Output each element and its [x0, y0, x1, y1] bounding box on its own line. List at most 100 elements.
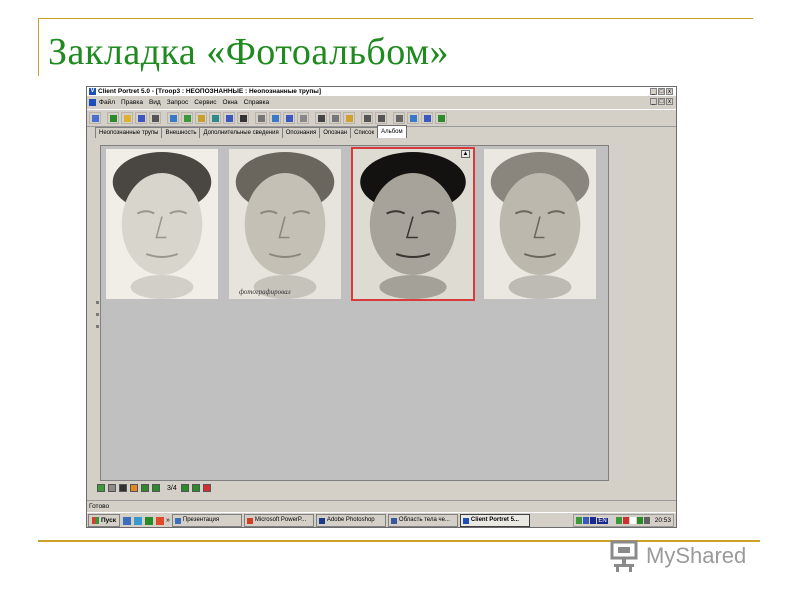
person-green-button[interactable]: [181, 112, 193, 124]
menu-help[interactable]: Справка: [244, 99, 270, 106]
grid-button[interactable]: [283, 112, 295, 124]
undo-button[interactable]: [361, 112, 373, 124]
window-button[interactable]: [89, 112, 101, 124]
tray-icon-5[interactable]: [615, 517, 622, 524]
menu-windows[interactable]: Окна: [223, 99, 238, 106]
arrow-button[interactable]: [107, 112, 119, 124]
windows-flag-icon: [92, 517, 99, 524]
menu-file[interactable]: Файл: [99, 99, 115, 106]
list-button[interactable]: [269, 112, 281, 124]
document-window-icon[interactable]: [89, 98, 96, 106]
person-yellow-button[interactable]: [195, 112, 207, 124]
tab-2[interactable]: Внешность: [161, 127, 201, 138]
task-app-icon: [390, 517, 397, 524]
app-icon: V: [89, 88, 96, 95]
tab-7[interactable]: Альбом: [377, 125, 407, 138]
document-icon[interactable]: [108, 484, 116, 492]
menu-query[interactable]: Запрос: [167, 99, 189, 106]
person-blue-button[interactable]: [223, 112, 235, 124]
quicklaunch-media-icon[interactable]: [156, 516, 164, 525]
quicklaunch-ie-icon[interactable]: [134, 516, 142, 525]
tab-5[interactable]: Опознан: [319, 127, 352, 138]
leaf-icon[interactable]: [97, 484, 105, 492]
person-double-button[interactable]: [209, 112, 221, 124]
find-button[interactable]: [255, 112, 267, 124]
toolbar-separator: [309, 112, 313, 124]
quicklaunch-desktop-icon[interactable]: [123, 516, 131, 525]
slide-left-rule: [38, 18, 39, 76]
next-page-icon[interactable]: [180, 484, 189, 492]
print-icon: [395, 114, 403, 122]
help-button[interactable]: [435, 112, 447, 124]
preview-button[interactable]: [407, 112, 419, 124]
paste-icon: [345, 114, 353, 122]
doc-restore-button[interactable]: □: [658, 98, 665, 105]
photo-thumbnail-4[interactable]: [484, 149, 596, 299]
last-page-icon[interactable]: [191, 484, 200, 492]
copy-button[interactable]: [329, 112, 341, 124]
tray-icon-1[interactable]: [576, 517, 583, 524]
stop-button[interactable]: [237, 112, 249, 124]
quicklaunch-app-icon[interactable]: [145, 516, 153, 525]
tray-icon-7[interactable]: [629, 517, 636, 524]
redo-button[interactable]: [375, 112, 387, 124]
dropdown-arrow-icon[interactable]: [119, 484, 127, 492]
tray-icon-2[interactable]: [583, 517, 590, 524]
tab-1[interactable]: Неопознанные трупы: [95, 127, 163, 138]
start-button[interactable]: Пуск: [88, 514, 120, 527]
print-button[interactable]: [393, 112, 405, 124]
menu-view[interactable]: Вид: [149, 99, 161, 106]
tray-icon-8[interactable]: [636, 517, 643, 524]
tray-icon-3[interactable]: [590, 517, 597, 524]
search-person-button[interactable]: [149, 112, 161, 124]
close-button[interactable]: x: [666, 88, 673, 95]
photo-thumbnail-3-selected[interactable]: ▲: [351, 147, 475, 301]
task-label: Client Portret 5...: [470, 517, 519, 523]
cut-button[interactable]: [315, 112, 327, 124]
prev-page-icon[interactable]: [152, 484, 160, 492]
language-indicator[interactable]: EN: [597, 517, 608, 524]
open-folder-button[interactable]: [121, 112, 133, 124]
tab-4[interactable]: Опознания: [281, 127, 321, 138]
minimize-button[interactable]: _: [650, 88, 657, 95]
first-page-icon[interactable]: [141, 484, 149, 492]
tray-icon-6[interactable]: [622, 517, 629, 524]
taskbar-task-3[interactable]: Adobe Photoshop: [315, 514, 386, 527]
save-button[interactable]: [135, 112, 147, 124]
menu-service[interactable]: Сервис: [194, 99, 216, 106]
paste-button[interactable]: [343, 112, 355, 124]
find-icon: [257, 114, 265, 122]
menu-edit[interactable]: Правка: [121, 99, 143, 106]
form-button[interactable]: [167, 112, 179, 124]
delete-icon[interactable]: [202, 484, 211, 492]
stop-icon: [239, 114, 247, 122]
doc-close-button[interactable]: x: [666, 98, 673, 105]
photo-caption: фотографировал: [239, 288, 291, 296]
tab-3[interactable]: Дополнительные сведения: [199, 127, 283, 138]
toolbar-separator: [355, 112, 359, 124]
taskbar-task-4[interactable]: Область тела че...: [387, 514, 458, 527]
search-person-icon: [151, 114, 159, 122]
task-label: Adobe Photoshop: [326, 517, 375, 523]
panel-button[interactable]: [297, 112, 309, 124]
client-portret-window: V Client Portret 5.0 - [Тгоор3 : НЕОПОЗН…: [86, 86, 677, 528]
tray-icon-9[interactable]: [643, 517, 650, 524]
photo-thumbnail-1[interactable]: [106, 149, 218, 299]
task-label: Microsoft PowerP...: [254, 517, 307, 523]
splitter-handle[interactable]: [96, 292, 99, 352]
maximize-button[interactable]: □: [658, 88, 665, 95]
taskbar-task-5[interactable]: Client Portret 5...: [459, 514, 530, 527]
taskbar-task-1[interactable]: Презентация: [171, 514, 242, 527]
person-badge-icon[interactable]: ▲: [461, 150, 470, 158]
logo-text: MyShared: [646, 543, 747, 568]
tray-icon-4[interactable]: [608, 517, 615, 524]
tab-6[interactable]: Список: [350, 127, 379, 138]
page-counter: 3/4: [167, 484, 177, 492]
task-label: Презентация: [182, 517, 220, 523]
export-button[interactable]: [421, 112, 433, 124]
doc-minimize-button[interactable]: _: [650, 98, 657, 105]
orange-box-icon[interactable]: [130, 484, 138, 492]
photo-thumbnail-2[interactable]: фотографировал: [229, 149, 341, 299]
person-double-icon: [211, 114, 219, 122]
taskbar-task-2[interactable]: Microsoft PowerP...: [243, 514, 314, 527]
